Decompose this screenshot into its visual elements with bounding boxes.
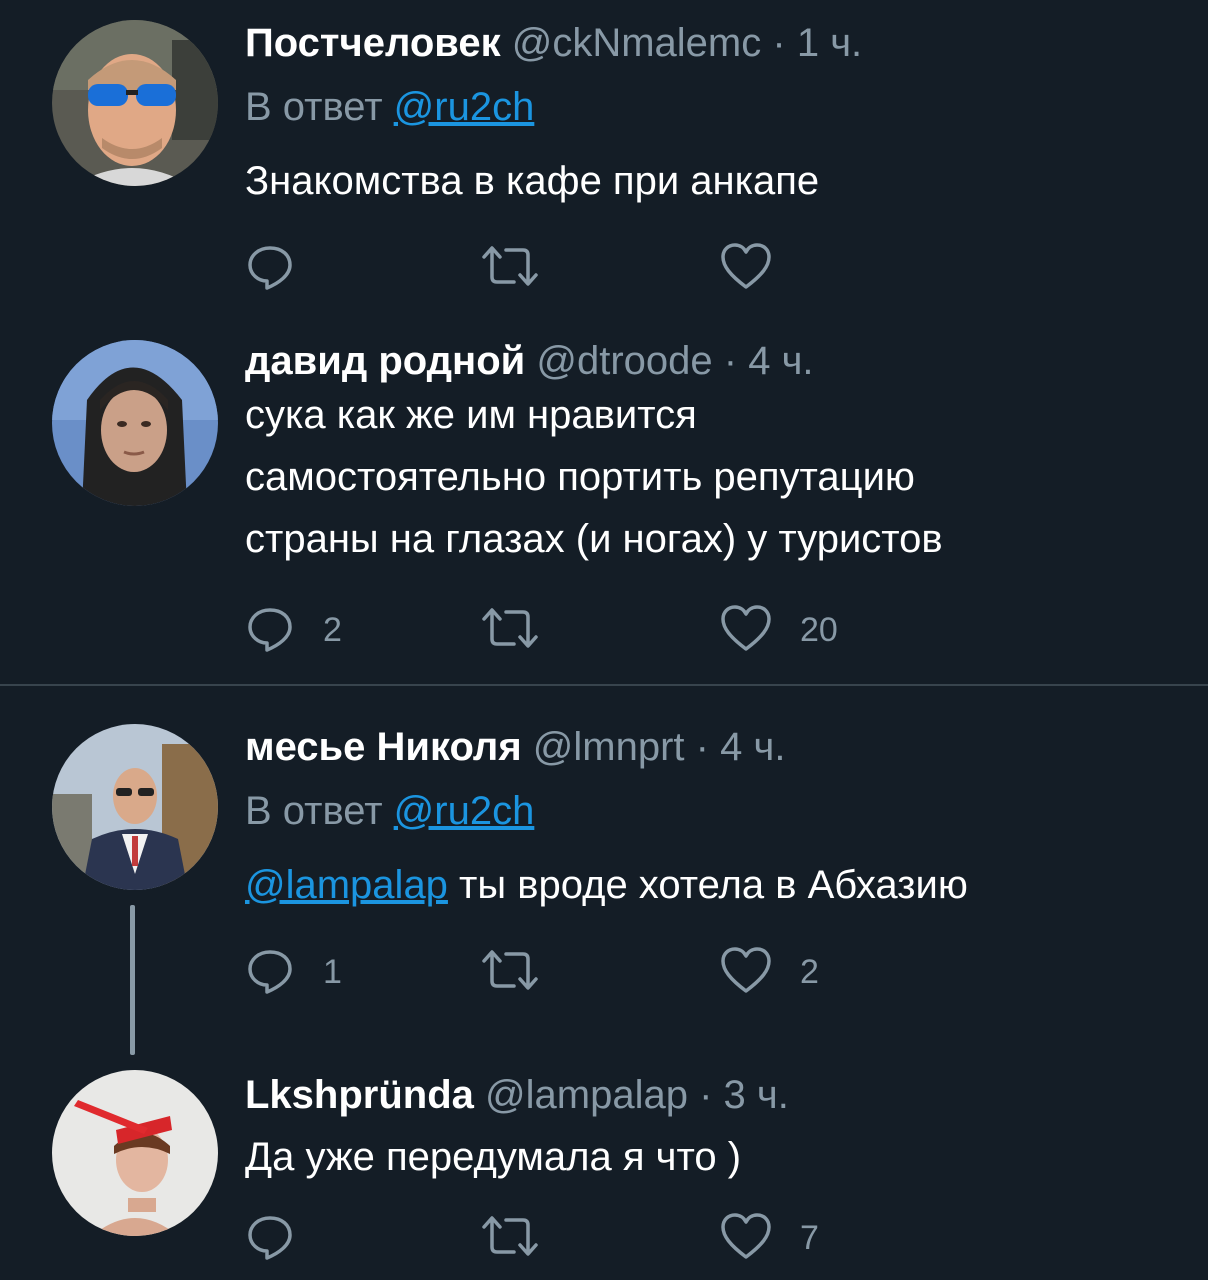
tweet-divider [0, 684, 1208, 686]
like-button[interactable]: 2 [720, 945, 819, 1000]
avatar[interactable] [52, 340, 218, 506]
author-name[interactable]: Постчеловек [245, 21, 501, 65]
reply-context: В ответ @ru2ch [245, 788, 1178, 834]
reply-icon [245, 241, 295, 296]
tweet-actions: 7 [245, 1211, 945, 1266]
separator-dot: · [772, 21, 786, 65]
separator-dot: · [723, 339, 738, 383]
tweet-text: @lampalap ты вроде хотела в Абхазию [245, 854, 1178, 916]
heart-icon [720, 241, 772, 296]
reply-prefix: В ответ [245, 789, 383, 833]
retweet-icon [480, 241, 540, 296]
tweet-actions: 1 2 [245, 945, 945, 1000]
reply-button[interactable] [245, 1213, 323, 1263]
tweet-text: сука как же им нравится самостоятельно п… [245, 384, 1178, 570]
reply-prefix: В ответ [245, 85, 383, 129]
tweet-actions: 2 20 [245, 603, 945, 658]
reply-icon [245, 603, 295, 658]
heart-icon [720, 1211, 772, 1266]
avatar[interactable] [52, 724, 218, 890]
tweet-text: Знакомства в кафе при анкапе [245, 159, 820, 203]
retweet-icon [480, 603, 540, 658]
reply-context: В ответ @ru2ch [245, 84, 1178, 130]
like-button[interactable]: 7 [720, 1211, 819, 1266]
tweet-text-line: сука как же им нравится [245, 393, 697, 437]
author-handle[interactable]: @lampalap [485, 1073, 688, 1117]
separator-dot: · [699, 1073, 713, 1117]
tweet-text-body: ты вроде хотела в Абхазию [447, 863, 968, 907]
reply-button[interactable]: 2 [245, 605, 342, 655]
reply-button[interactable] [245, 243, 323, 293]
like-count: 2 [800, 952, 819, 991]
heart-icon [720, 945, 772, 1000]
retweet-button[interactable] [480, 1213, 568, 1263]
reply-count: 1 [323, 952, 342, 991]
tweet-header: Lkshpründa @lampalap · 3 ч. [245, 1072, 1178, 1118]
like-count: 7 [800, 1218, 819, 1257]
separator-dot: · [695, 725, 709, 769]
retweet-icon [480, 1211, 540, 1266]
tweet-header: давид родной @dtroode · 4 ч. [245, 338, 1178, 384]
tweet-header: месье Николя @lmnprt · 4 ч. [245, 724, 1178, 770]
reply-to-link[interactable]: @ru2ch [394, 789, 535, 833]
reply-icon [245, 1211, 295, 1266]
author-name[interactable]: давид родной [245, 339, 525, 383]
retweet-button[interactable] [480, 947, 568, 997]
retweet-button[interactable] [480, 243, 568, 293]
tweet-time[interactable]: 4 ч. [720, 725, 785, 769]
like-button[interactable]: 20 [720, 603, 838, 658]
author-handle[interactable]: @ckNmalemc [512, 21, 762, 65]
avatar[interactable] [52, 1070, 218, 1236]
tweet-time[interactable]: 1 ч. [797, 21, 862, 65]
author-name[interactable]: Lkshpründa [245, 1073, 474, 1117]
tweet-text: Да уже передумала я что ) [245, 1135, 742, 1179]
author-handle[interactable]: @lmnprt [533, 725, 685, 769]
author-name[interactable]: месье Николя [245, 725, 522, 769]
mention-link[interactable]: @lampalap [245, 863, 448, 907]
retweet-icon [480, 945, 540, 1000]
like-count: 20 [800, 610, 838, 649]
author-handle[interactable]: @dtroode [536, 339, 712, 383]
reply-count: 2 [323, 610, 342, 649]
like-button[interactable] [720, 241, 800, 296]
tweet-text-line: страны на глазах (и ногах) у туристов [245, 517, 943, 561]
tweet-actions [245, 241, 945, 296]
tweet-time[interactable]: 4 ч. [748, 339, 813, 383]
avatar[interactable] [52, 20, 218, 186]
heart-icon [720, 603, 772, 658]
tweet-feed: Постчеловек @ckNmalemc · 1 ч. В ответ @r… [0, 0, 1208, 1280]
retweet-button[interactable] [480, 605, 568, 655]
reply-icon [245, 945, 295, 1000]
reply-to-link[interactable]: @ru2ch [394, 85, 535, 129]
reply-button[interactable]: 1 [245, 947, 342, 997]
tweet-header: Постчеловек @ckNmalemc · 1 ч. [245, 20, 1178, 66]
thread-connector-line [130, 905, 135, 1055]
tweet-time[interactable]: 3 ч. [724, 1073, 789, 1117]
tweet-text-line: самостоятельно портить репутацию [245, 455, 915, 499]
